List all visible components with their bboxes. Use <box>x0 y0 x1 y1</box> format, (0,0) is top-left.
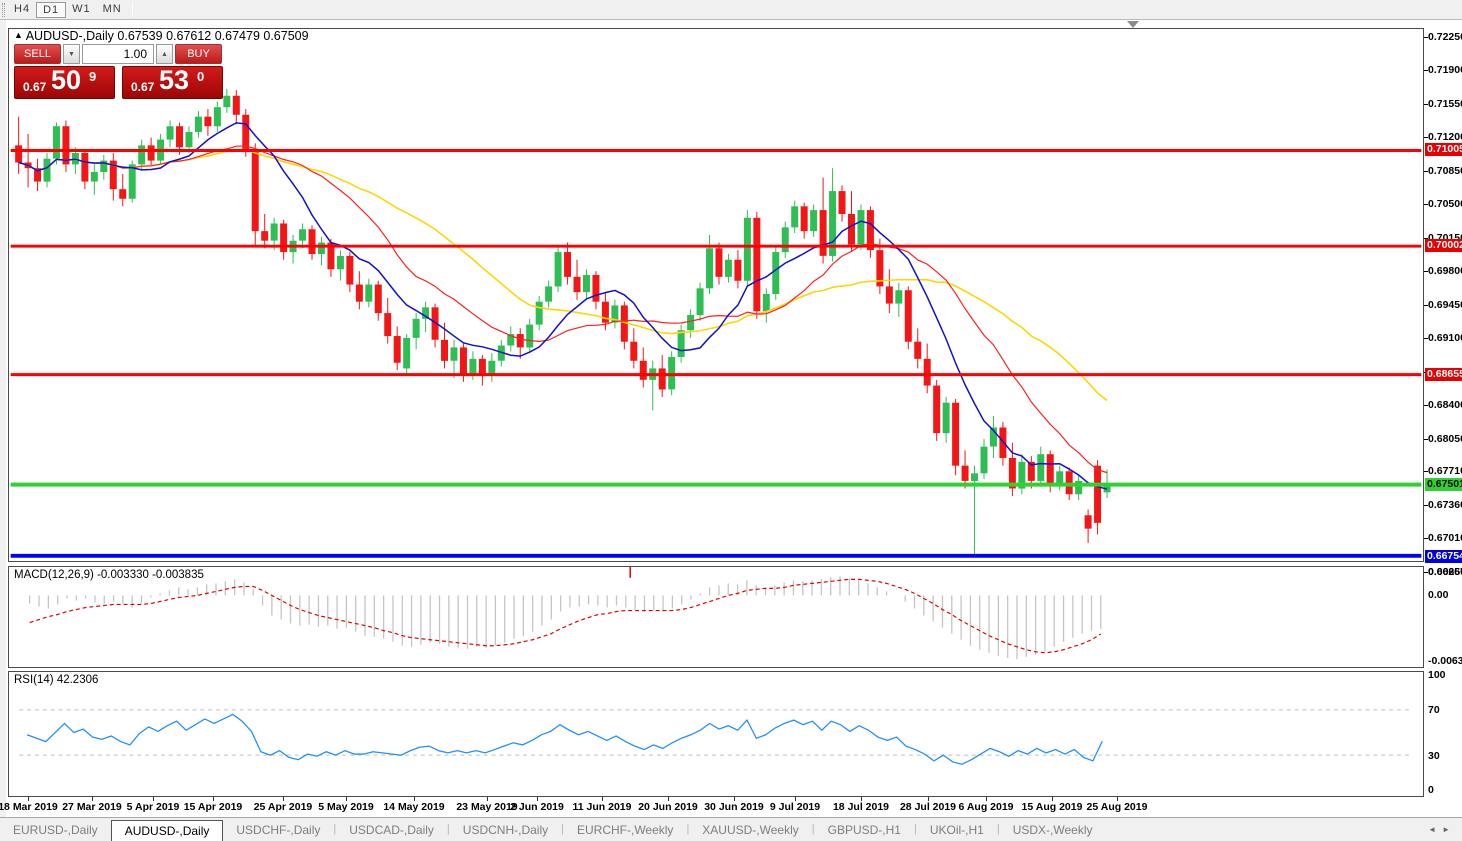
timeframe-toolbar: H4D1W1MN <box>0 0 1462 20</box>
price-axis-label: 0.67010 <box>1428 532 1462 544</box>
chart-shift-marker-icon[interactable] <box>1127 21 1139 28</box>
buy-button[interactable]: BUY <box>175 44 222 64</box>
sell-price-sup: 9 <box>89 69 96 84</box>
price-level-tag: 0.66754 <box>1425 550 1462 563</box>
price-level-tag: 0.71005 <box>1425 143 1462 156</box>
price-axis-label: 0.67360 <box>1428 499 1462 511</box>
x-axis-label: 15 Apr 2019 <box>173 801 253 813</box>
ohlc-values: 0.67539 0.67612 0.67479 0.67509 <box>117 29 308 43</box>
price-axis-label: 0.68050 <box>1428 433 1462 445</box>
tab-eurusd-daily[interactable]: EURUSD-,Daily <box>0 821 111 840</box>
volume-input[interactable] <box>82 44 154 64</box>
price-axis-label: 0.69100 <box>1428 332 1462 344</box>
timeframe-button-d1[interactable]: D1 <box>36 2 66 18</box>
rsi-label: RSI(14) 42.2306 <box>14 674 98 686</box>
buy-quote-box[interactable]: 0.67 53 0 <box>122 66 223 99</box>
price-level-tag: 0.67501 <box>1425 478 1462 491</box>
tabs-scroll-right-icon[interactable]: ► <box>1442 825 1456 834</box>
symbol-tab-bar: EURUSD-,DailyAUDUSD-,DailyUSDCHF-,Daily|… <box>0 817 1462 841</box>
sell-quote-box[interactable]: 0.67 50 9 <box>14 66 115 99</box>
toolbar-separator <box>132 3 133 17</box>
x-axis-label: 25 Aug 2019 <box>1077 801 1157 813</box>
macd-axis-label: 0.00 <box>1428 589 1448 601</box>
tabs-scroll-left-icon[interactable]: ◄ <box>1428 825 1442 834</box>
tab-xauusd-weekly[interactable]: XAUUSD-,Weekly <box>689 821 811 840</box>
tab-usdchf-daily[interactable]: USDCHF-,Daily <box>223 821 333 840</box>
price-axis-label: 0.71550 <box>1428 98 1462 110</box>
buy-price-big: 53 <box>159 65 189 96</box>
macd-panel[interactable] <box>8 566 1424 668</box>
one-click-trading-panel: SELL ▼ ▲ BUY 0.67 50 9 0.67 53 0 <box>14 44 224 99</box>
price-axis-label: 0.70500 <box>1428 198 1462 210</box>
rsi-axis-label: 70 <box>1428 704 1440 716</box>
volume-decrease-button[interactable]: ▼ <box>63 44 80 64</box>
timeframe-button-w1[interactable]: W1 <box>66 2 97 18</box>
timeframe-button-mn[interactable]: MN <box>97 2 128 18</box>
tab-usdcad-daily[interactable]: USDCAD-,Daily <box>336 821 447 840</box>
macd-label: MACD(12,26,9) -0.003330 -0.003835 <box>14 569 204 581</box>
tab-gbpusd-h1[interactable]: GBPUSD-,H1 <box>815 821 914 840</box>
tab-audusd-daily[interactable]: AUDUSD-,Daily <box>111 820 224 841</box>
macd-axis-label: -0.006326 <box>1428 655 1462 667</box>
price-axis-label: 0.67710 <box>1428 465 1462 477</box>
tab-eurchf-weekly[interactable]: EURCHF-,Weekly <box>564 821 686 840</box>
rsi-panel[interactable] <box>8 671 1424 797</box>
tab-usdcnh-daily[interactable]: USDCNH-,Daily <box>450 821 561 840</box>
rsi-axis-label: 100 <box>1428 669 1446 681</box>
price-axis-label: 0.69450 <box>1428 299 1462 311</box>
sell-button[interactable]: SELL <box>14 44 61 64</box>
rsi-axis-label: 30 <box>1428 750 1440 762</box>
price-level-tag: 0.68655 <box>1425 368 1462 381</box>
price-axis-label: 0.68400 <box>1428 399 1462 411</box>
sell-price-big: 50 <box>51 65 81 96</box>
main-price-chart[interactable] <box>8 28 1424 562</box>
price-axis-label: 0.70850 <box>1428 165 1462 177</box>
buy-price-prefix: 0.67 <box>131 80 154 94</box>
toolbar-drag-handle[interactable] <box>2 3 5 17</box>
collapse-triangle-icon[interactable]: ▲ <box>14 30 23 40</box>
tab-ukoil-h1[interactable]: UKOil-,H1 <box>917 821 997 840</box>
sell-price-prefix: 0.67 <box>23 80 46 94</box>
buy-price-sup: 0 <box>197 69 204 84</box>
price-level-tag: 0.70002 <box>1425 239 1462 252</box>
timeframe-button-h4[interactable]: H4 <box>8 2 36 18</box>
macd-axis-label: 0.002574 <box>1428 566 1462 578</box>
symbol-title: AUDUSD-,Daily <box>26 29 114 43</box>
price-axis-label: 0.69800 <box>1428 265 1462 277</box>
volume-increase-button[interactable]: ▲ <box>156 44 173 64</box>
price-axis[interactable]: 0.72250 0.71900 0.71550 0.71200 0.70850 0.705… <box>1424 20 1462 810</box>
rsi-axis-label: 0 <box>1428 784 1434 796</box>
x-axis-label: 14 May 2019 <box>374 801 454 813</box>
price-axis-label: 0.71200 <box>1428 131 1462 143</box>
chart-header: ▲ AUDUSD-,Daily 0.67539 0.67612 0.67479 … <box>14 29 309 43</box>
tab-usdx-weekly[interactable]: USDX-,Weekly <box>1000 821 1106 840</box>
price-axis-label: 0.72250 <box>1428 31 1462 43</box>
price-axis-label: 0.71900 <box>1428 64 1462 76</box>
